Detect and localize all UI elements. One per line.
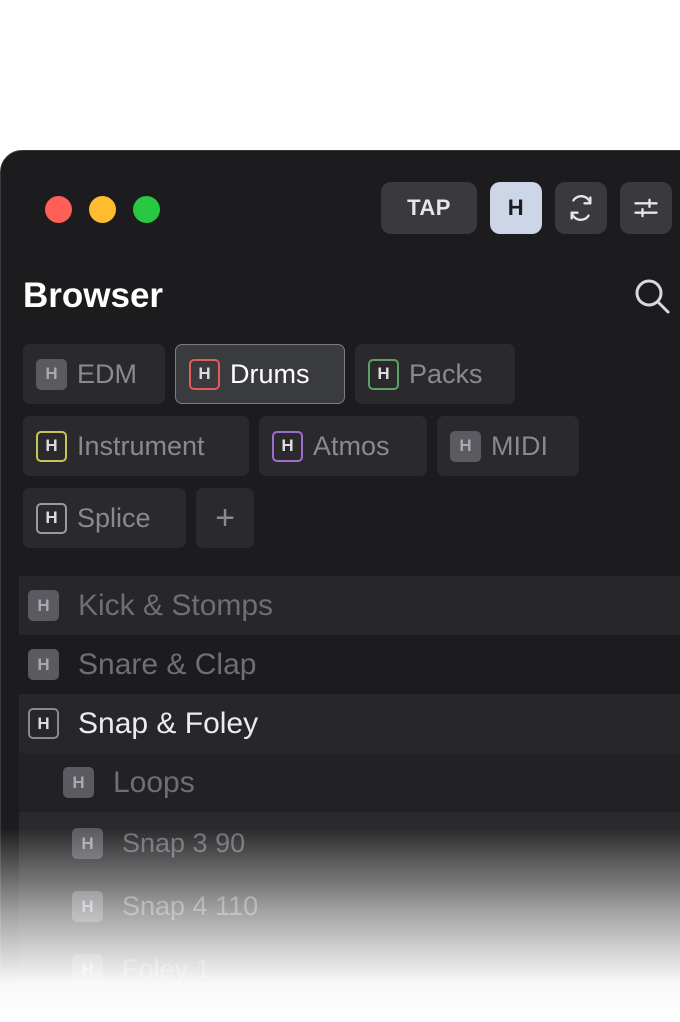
refresh-icon bbox=[570, 195, 592, 221]
badge-h: H bbox=[28, 590, 59, 621]
tree-item-kick-stomps[interactable]: H Kick & Stomps bbox=[19, 576, 680, 635]
chip-row: H EDM H Drums H Packs bbox=[23, 344, 680, 404]
tree-item-label: Snare & Clap bbox=[78, 647, 257, 681]
category-chips: H EDM H Drums H Packs H Instrument H Atm… bbox=[23, 344, 680, 560]
tree-item-label: Foley 1 bbox=[122, 954, 211, 984]
badge-h: H bbox=[36, 358, 67, 390]
chip-label: EDM bbox=[77, 358, 137, 389]
minimize-window-button[interactable] bbox=[89, 196, 116, 223]
chip-splice[interactable]: H Splice bbox=[23, 488, 186, 548]
browser-window: TAP H Browser H EDM H Drums H Packs H In… bbox=[0, 150, 680, 1022]
tree-item-label: Loops bbox=[113, 765, 195, 799]
page-title: Browser bbox=[23, 276, 164, 315]
badge-h: H bbox=[450, 430, 481, 462]
tree-item-loops[interactable]: H Loops bbox=[19, 753, 680, 812]
chip-label: Drums bbox=[230, 358, 310, 389]
badge-h: H bbox=[28, 649, 59, 680]
chip-label: Packs bbox=[409, 358, 483, 389]
toolbar: TAP H bbox=[381, 182, 672, 234]
tree-item-foley-1[interactable]: H Foley 1 bbox=[19, 938, 680, 1001]
settings-sliders-button[interactable] bbox=[620, 182, 672, 234]
search-button[interactable] bbox=[633, 277, 671, 315]
tree-item-snap-4-110[interactable]: H Snap 4 110 bbox=[19, 875, 680, 938]
chip-label: Instrument bbox=[77, 430, 205, 461]
search-icon bbox=[635, 279, 670, 314]
tree-item-label: Snap 3 90 bbox=[122, 828, 246, 858]
badge-h: H bbox=[72, 828, 103, 859]
chip-instrument[interactable]: H Instrument bbox=[23, 416, 249, 476]
badge-h: H bbox=[189, 358, 220, 390]
category-tree: H Kick & Stomps H Snare & Clap H Snap & … bbox=[19, 576, 680, 1001]
chip-packs[interactable]: H Packs bbox=[355, 344, 515, 404]
chip-row: H Splice + bbox=[23, 488, 680, 548]
chip-edm[interactable]: H EDM bbox=[23, 344, 165, 404]
h-toggle-button[interactable]: H bbox=[490, 182, 542, 234]
badge-h: H bbox=[63, 767, 94, 798]
tree-item-label: Snap & Foley bbox=[78, 706, 259, 740]
chip-label: Splice bbox=[77, 502, 151, 533]
badge-h: H bbox=[368, 358, 399, 390]
tree-item-label: Kick & Stomps bbox=[78, 588, 274, 622]
add-chip-button[interactable]: + bbox=[196, 488, 254, 548]
close-window-button[interactable] bbox=[45, 196, 72, 223]
chip-midi[interactable]: H MIDI bbox=[437, 416, 579, 476]
plus-icon: + bbox=[215, 498, 235, 537]
chip-drums[interactable]: H Drums bbox=[175, 344, 345, 404]
tree-item-snare-clap[interactable]: H Snare & Clap bbox=[19, 635, 680, 694]
chip-label: MIDI bbox=[491, 430, 548, 461]
chip-atmos[interactable]: H Atmos bbox=[259, 416, 427, 476]
badge-h: H bbox=[36, 430, 67, 462]
zoom-window-button[interactable] bbox=[133, 196, 160, 223]
window-controls bbox=[45, 196, 160, 223]
badge-h: H bbox=[28, 708, 59, 739]
chip-row: H Instrument H Atmos H MIDI bbox=[23, 416, 680, 476]
badge-h: H bbox=[72, 891, 103, 922]
sliders-icon bbox=[634, 198, 658, 218]
tree-item-snap-foley[interactable]: H Snap & Foley bbox=[19, 694, 680, 753]
tree-item-label: Snap 4 110 bbox=[122, 891, 259, 921]
chip-label: Atmos bbox=[313, 430, 390, 461]
refresh-button[interactable] bbox=[555, 182, 607, 234]
badge-h: H bbox=[36, 502, 67, 534]
badge-h: H bbox=[72, 954, 103, 985]
page: TAP H Browser H EDM H Drums H Packs H In… bbox=[0, 0, 680, 1022]
tree-item-snap-3-90[interactable]: H Snap 3 90 bbox=[19, 812, 680, 875]
badge-h: H bbox=[272, 430, 303, 462]
tap-button[interactable]: TAP bbox=[381, 182, 477, 234]
